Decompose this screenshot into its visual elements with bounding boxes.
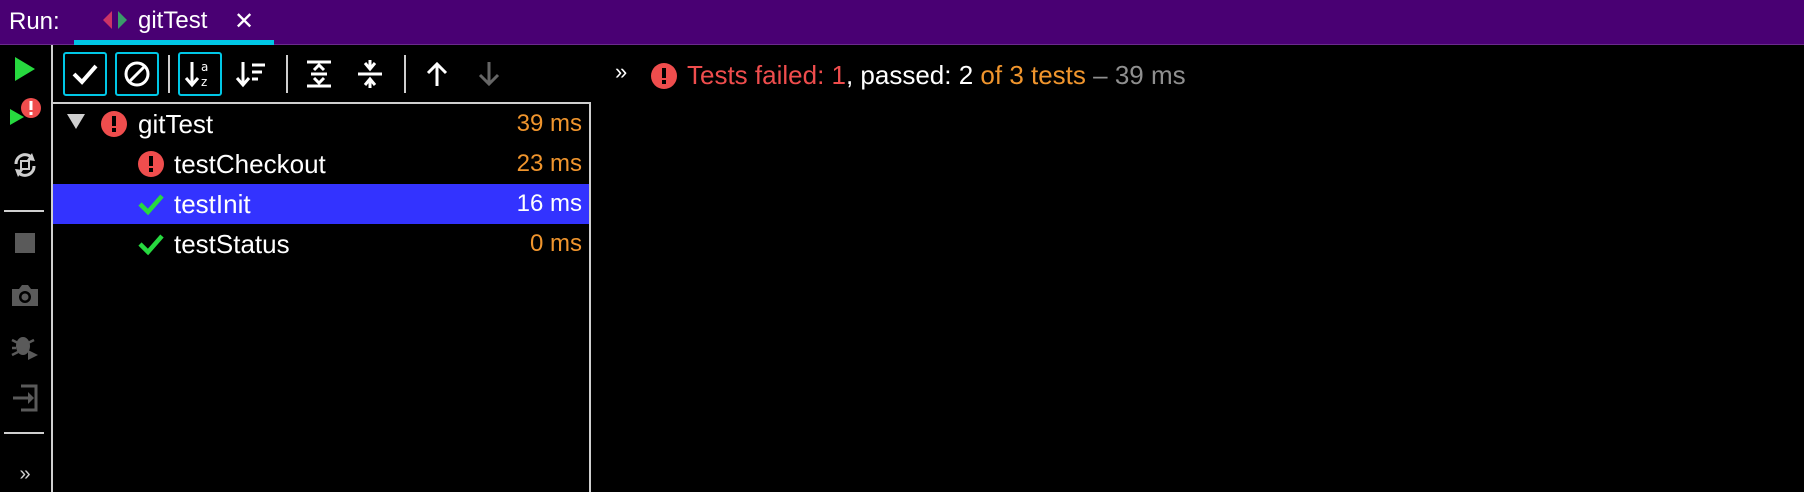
svg-text:a: a: [201, 60, 208, 74]
failed-icon: [101, 111, 127, 137]
test-duration: 0 ms: [529, 230, 582, 257]
toolbar-separator: [168, 55, 170, 93]
more-actions-icon[interactable]: »: [8, 457, 42, 491]
sort-alphabetically-icon: a z: [184, 60, 208, 89]
checkmark-icon: [72, 64, 98, 85]
test-results-tree[interactable]: gitTest 39 ms testCheckout 23 ms testIni…: [53, 104, 589, 492]
sort-by-duration-button[interactable]: [229, 52, 273, 96]
test-name: gitTest: [138, 109, 214, 139]
test-duration: 23 ms: [516, 150, 582, 177]
more-toolbar-actions-icon[interactable]: »: [615, 59, 627, 85]
tab-title: gitTest: [138, 7, 208, 34]
expand-triangle-icon[interactable]: [67, 114, 85, 129]
stop-icon: [15, 233, 35, 253]
test-duration: 16 ms: [516, 190, 582, 217]
strip-separator: [4, 210, 44, 212]
sort-alphabetically-button[interactable]: a z: [178, 52, 222, 96]
arrow-down-icon: [478, 62, 500, 87]
collapse-all-icon: [358, 60, 382, 88]
failed-icon: [651, 62, 677, 89]
next-failed-test-button[interactable]: [467, 52, 511, 96]
debug-button[interactable]: [8, 328, 42, 362]
previous-failed-test-button[interactable]: [415, 52, 459, 96]
status-failed-label: Tests failed:: [687, 60, 832, 90]
stop-button[interactable]: [8, 226, 42, 260]
run-config-icon: [103, 11, 127, 29]
tab-gittest[interactable]: gitTest ✕: [74, 0, 274, 45]
tree-row-teststatus[interactable]: testStatus 0 ms: [53, 224, 589, 264]
expand-all-button[interactable]: [297, 52, 341, 96]
tree-row-gittest[interactable]: gitTest 39 ms: [53, 104, 589, 144]
auto-test-icon: [14, 153, 36, 177]
import-icon: [13, 384, 38, 412]
camera-icon: [12, 285, 38, 306]
expand-all-icon: [307, 60, 331, 88]
rerun-failed-icon: [10, 98, 41, 125]
rerun-failed-button[interactable]: [8, 97, 42, 131]
test-name: testCheckout: [174, 149, 326, 179]
test-runner-toolbar: a z » Tests failed: 1 , passed: 2 of 3 t…: [53, 45, 1804, 103]
test-status-summary: Tests failed: 1, passed: 2 of 3 tests – …: [651, 60, 1186, 91]
test-name: testStatus: [174, 229, 290, 259]
tree-row-testcheckout[interactable]: testCheckout 23 ms: [53, 144, 589, 184]
failed-icon: [138, 151, 164, 177]
status-failed-count: 1: [831, 60, 846, 90]
collapse-all-button[interactable]: [348, 52, 392, 96]
test-name: testInit: [174, 189, 251, 219]
arrow-up-icon: [426, 61, 448, 86]
svg-text:z: z: [201, 75, 207, 89]
tree-row-testinit[interactable]: testInit 16 ms: [53, 184, 589, 224]
toggle-auto-test-button[interactable]: [8, 148, 42, 182]
status-total: of 3 tests: [973, 60, 1086, 90]
close-tab-icon[interactable]: ✕: [234, 7, 254, 36]
test-duration: 39 ms: [516, 110, 582, 137]
console-output[interactable]: [591, 104, 1804, 492]
thread-dump-button[interactable]: [8, 278, 42, 312]
toolbar-separator: [404, 55, 406, 93]
sort-by-duration-icon: [235, 62, 265, 88]
status-duration: – 39 ms: [1085, 60, 1186, 90]
show-passed-button[interactable]: [63, 52, 107, 96]
status-passed: , passed: 2: [845, 60, 974, 90]
bug-icon: [11, 337, 38, 360]
import-tests-button[interactable]: [8, 381, 42, 415]
passed-check-icon: [138, 234, 164, 256]
show-ignored-button[interactable]: [115, 52, 159, 96]
toolbar-separator: [286, 55, 288, 93]
ignored-icon: [124, 61, 150, 87]
run-tool-window-header: Run: gitTest ✕: [0, 0, 1804, 45]
strip-separator: [4, 432, 44, 434]
play-icon: [15, 57, 35, 81]
run-side-toolbar: »: [0, 45, 53, 492]
rerun-button[interactable]: [8, 52, 42, 86]
run-label: Run:: [9, 8, 60, 35]
passed-check-icon: [138, 194, 164, 216]
